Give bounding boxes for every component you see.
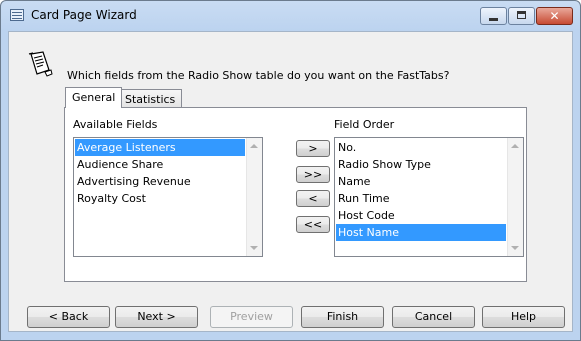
- preview-button[interactable]: Preview: [210, 306, 293, 328]
- list-item[interactable]: Audience Share: [75, 156, 245, 173]
- close-button[interactable]: ✕: [536, 7, 573, 25]
- available-fields-list[interactable]: Average Listeners Audience Share Adverti…: [73, 137, 263, 257]
- field-order-list[interactable]: No. Radio Show Type Name Run Time Host C…: [334, 137, 524, 257]
- scroll-down-icon[interactable]: [250, 246, 258, 250]
- list-item[interactable]: Name: [336, 173, 506, 190]
- available-fields-label: Available Fields: [73, 118, 158, 131]
- remove-field-button[interactable]: <: [296, 190, 330, 207]
- tab-statistics[interactable]: Statistics: [118, 89, 183, 109]
- wizard-question: Which fields from the Radio Show table d…: [67, 69, 450, 82]
- scroll-up-icon[interactable]: [250, 144, 258, 148]
- list-item[interactable]: Run Time: [336, 190, 506, 207]
- next-button[interactable]: Next >: [115, 306, 198, 328]
- scroll-down-icon[interactable]: [511, 246, 519, 250]
- list-item[interactable]: Host Name: [336, 224, 506, 241]
- list-item[interactable]: Royalty Cost: [75, 190, 245, 207]
- scroll-up-icon[interactable]: [511, 144, 519, 148]
- tab-general[interactable]: General: [65, 87, 123, 108]
- available-fields-scrollbar[interactable]: [246, 138, 262, 256]
- title-bar[interactable]: Card Page Wizard ✕: [1, 1, 580, 31]
- cancel-button[interactable]: Cancel: [392, 306, 475, 328]
- add-all-fields-button[interactable]: >>: [296, 166, 330, 183]
- remove-all-fields-button[interactable]: <<: [296, 216, 330, 233]
- list-item[interactable]: Host Code: [336, 207, 506, 224]
- wizard-scroll-icon: [28, 51, 53, 77]
- wizard-window: Card Page Wizard ✕ Which fields from the…: [0, 0, 581, 341]
- maximize-button[interactable]: [508, 7, 535, 25]
- field-order-scrollbar[interactable]: [507, 138, 523, 256]
- list-item[interactable]: No.: [336, 139, 506, 156]
- field-order-label: Field Order: [334, 118, 395, 131]
- minimize-icon: [489, 18, 498, 21]
- finish-button[interactable]: Finish: [301, 306, 384, 328]
- close-icon: ✕: [549, 9, 560, 23]
- maximize-icon: [517, 11, 526, 19]
- list-item[interactable]: Radio Show Type: [336, 156, 506, 173]
- list-item[interactable]: Advertising Revenue: [75, 173, 245, 190]
- list-item[interactable]: Average Listeners: [75, 139, 245, 156]
- add-field-button[interactable]: >: [296, 140, 330, 157]
- window-title: Card Page Wizard: [31, 8, 137, 22]
- back-button[interactable]: < Back: [27, 306, 110, 328]
- window-table-icon: [10, 9, 24, 21]
- tab-panel-general: Available Fields Field Order Average Lis…: [64, 107, 527, 282]
- minimize-button[interactable]: [480, 7, 507, 25]
- help-button[interactable]: Help: [482, 306, 565, 328]
- wizard-client-area: Which fields from the Radio Show table d…: [8, 31, 573, 332]
